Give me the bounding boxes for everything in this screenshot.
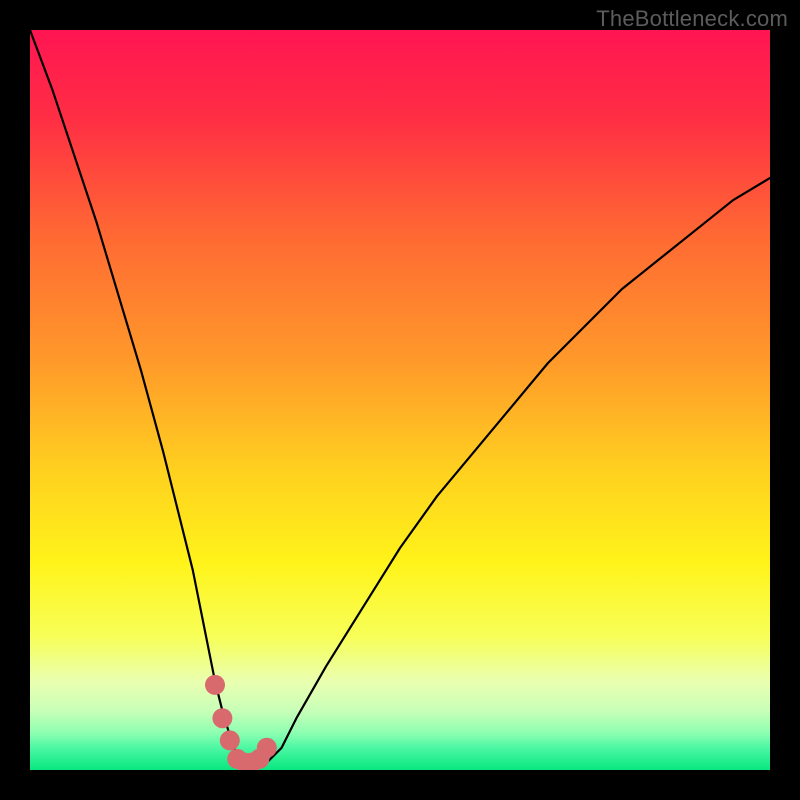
watermark-text: TheBottleneck.com (596, 6, 788, 32)
data-marker (212, 708, 232, 728)
data-marker (220, 730, 240, 750)
gradient-background (30, 30, 770, 770)
data-marker (257, 738, 277, 758)
data-marker (205, 675, 225, 695)
chart-svg (30, 30, 770, 770)
chart-frame: TheBottleneck.com (0, 0, 800, 800)
plot-area (30, 30, 770, 770)
